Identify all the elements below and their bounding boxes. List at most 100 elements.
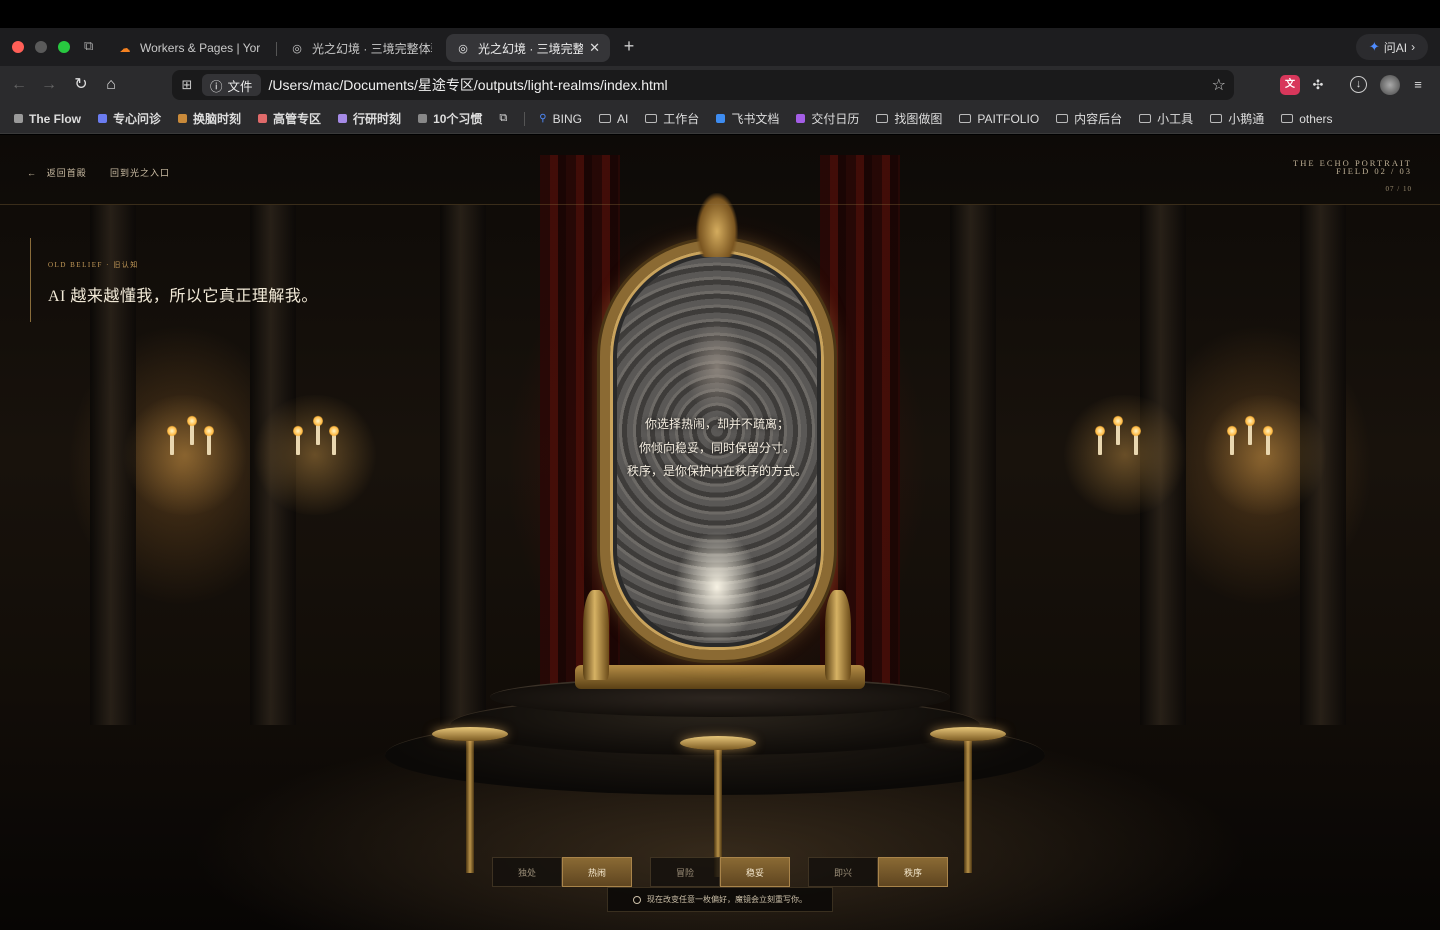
profile-avatar[interactable] — [1380, 75, 1400, 95]
bookmark-folder-paitfolio[interactable]: PAITFOLIO — [959, 112, 1039, 126]
extensions-puzzle-icon[interactable]: ✣ — [1308, 75, 1328, 95]
close-window-button[interactable] — [12, 41, 24, 53]
globe-icon: ◎ — [458, 42, 468, 55]
home-button[interactable]: ⌂ — [100, 74, 122, 96]
tab-light-realms-active[interactable]: ◎ 光之幻境 · 三境完整 ✕ — [446, 34, 610, 62]
brazier-center — [680, 736, 756, 750]
return-to-portal-link[interactable]: 回到光之入口 — [110, 166, 170, 179]
brazier-right — [930, 727, 1006, 741]
portrait-progress-count: 07 / 10 — [1385, 185, 1412, 193]
bookmark-label: 交付日历 — [811, 112, 860, 126]
brazier-stem — [466, 738, 474, 873]
back-button[interactable]: ← — [8, 74, 30, 96]
tab-bar: ⧉ ☁ Workers & Pages | Yor ◎ 光之幻境 · 三境完整体… — [0, 28, 1440, 66]
bookmark-the-flow[interactable]: The Flow — [14, 112, 81, 126]
candle — [1263, 425, 1273, 455]
bookmark-dot-icon — [338, 114, 348, 123]
choice-solitude[interactable]: 独处 — [492, 857, 562, 887]
bookmark-dot-icon — [418, 114, 428, 123]
folder-icon — [645, 114, 658, 123]
cloudflare-icon: ☁ — [119, 42, 131, 55]
bookmark-folder-others[interactable]: others — [1281, 111, 1333, 126]
back-to-hall-link[interactable]: ← 返回首殿 — [27, 166, 87, 179]
bookmark-label: others — [1299, 111, 1333, 126]
mirror-stand — [575, 665, 865, 689]
bookmark-folder-images[interactable]: 找图做图 — [876, 110, 942, 127]
globe-icon: ◎ — [292, 42, 302, 55]
candle-glow — [120, 395, 250, 515]
url-text[interactable]: /Users/mac/Documents/星途专区/outputs/light-… — [269, 75, 668, 95]
ask-ai-button[interactable]: ✦ 问AI › — [1356, 34, 1428, 60]
bookmark-label: BING — [552, 111, 582, 126]
minimize-window-button[interactable] — [35, 41, 47, 53]
bookmark-star-icon[interactable]: ☆ — [1212, 75, 1226, 95]
site-info-chip[interactable]: ⓘ 文件 — [202, 74, 261, 96]
bookmark-label: 找图做图 — [894, 112, 943, 126]
bookmark-folder-content[interactable]: 内容后台 — [1056, 110, 1122, 127]
folder-icon — [1210, 114, 1223, 123]
apps-grid-icon[interactable]: ⊞ — [172, 77, 202, 93]
candle — [329, 425, 339, 455]
reload-button[interactable]: ↻ — [70, 74, 92, 96]
tab-light-realms-full[interactable]: ◎ 光之幻境 · 三境完整体验 — [280, 34, 442, 62]
menu-icon[interactable]: ≡ — [1408, 75, 1428, 95]
tab-workers-pages[interactable]: ☁ Workers & Pages | Yor — [108, 34, 278, 62]
bookmark-separator — [524, 111, 526, 126]
bookmark-focus[interactable]: 专心问诊 — [98, 110, 161, 127]
bookmark-tab-group[interactable]: ⧉ — [499, 112, 507, 125]
bookmark-folder-tools[interactable]: 小工具 — [1139, 110, 1193, 127]
folder-icon — [1281, 114, 1294, 123]
preference-hint: 现在改变任意一枚偏好，魔镜会立刻重写你。 — [607, 887, 833, 912]
download-icon[interactable]: ↓ — [1350, 76, 1367, 93]
forward-button[interactable]: → — [38, 74, 60, 96]
mirror-finial-right — [825, 590, 851, 680]
address-bar[interactable]: ⊞ ⓘ 文件 /Users/mac/Documents/星途专区/outputs… — [172, 70, 1234, 100]
bookmark-exec[interactable]: 高管专区 — [258, 110, 321, 127]
bookmark-folder-xiaoe[interactable]: 小鹅通 — [1210, 110, 1264, 127]
new-tab-button[interactable]: + — [620, 36, 638, 58]
choice-order[interactable]: 秩序 — [878, 857, 948, 887]
candle-glow — [1200, 395, 1330, 515]
folder-icon — [959, 114, 972, 123]
ask-ai-label: 问AI — [1383, 40, 1408, 55]
mirror-line: 你倾向稳妥，同时保留分寸。 — [638, 440, 795, 455]
bookmark-dot-icon — [98, 114, 107, 123]
bookmark-label: 小工具 — [1157, 112, 1194, 126]
portrait-top-nav: ← 返回首殿 回到光之入口 THE ECHO PORTRAIT FIELD 02… — [0, 135, 1440, 205]
choice-improv[interactable]: 即兴 — [808, 857, 878, 887]
bookmark-label: 高管专区 — [273, 112, 322, 126]
tab-label: 光之幻境 · 三境完整 — [478, 41, 584, 56]
search-icon: ⚲ — [539, 113, 547, 124]
navigation-bar: ← → ↻ ⌂ ⊞ ⓘ 文件 /Users/mac/Documents/星途专区… — [0, 66, 1440, 104]
zoom-window-button[interactable] — [58, 41, 70, 53]
candle-glow — [250, 395, 380, 515]
candle — [1113, 415, 1123, 445]
bookmark-dot-icon — [258, 114, 268, 123]
bookmark-delivery-calendar[interactable]: 交付日历 — [796, 110, 859, 127]
tab-overview-icon[interactable]: ⧉ — [84, 39, 98, 53]
translate-extension-icon[interactable]: 文 — [1280, 75, 1300, 95]
bookmark-feishu-docs[interactable]: 飞书文档 — [716, 110, 779, 127]
brazier-left — [432, 727, 508, 741]
bookmark-brain[interactable]: 换脑时刻 — [178, 110, 241, 127]
info-icon: ⓘ — [210, 79, 223, 94]
tab-label: Workers & Pages | Yor — [140, 41, 261, 55]
bookmark-habits[interactable]: 10个习惯 — [418, 110, 482, 127]
choice-lively[interactable]: 热闹 — [562, 857, 632, 887]
bookmark-label: PAITFOLIO — [977, 111, 1040, 126]
old-belief-text: AI 越来越懂我，所以它真正理解我。 — [48, 288, 318, 305]
preference-toggle-solitude-lively: 独处 热闹 — [492, 857, 632, 887]
screen-top-bar — [0, 0, 1440, 28]
candle-glow — [1060, 395, 1190, 515]
candle — [313, 415, 323, 445]
mirror-finial-left — [583, 590, 609, 680]
choice-steady[interactable]: 稳妥 — [720, 857, 790, 887]
candle — [187, 415, 197, 445]
tab-label: 光之幻境 · 三境完整体验 — [312, 41, 432, 56]
bookmark-folder-ai[interactable]: AI — [598, 112, 628, 126]
bookmark-bing[interactable]: ⚲ BING — [539, 112, 582, 126]
choice-adventure[interactable]: 冒险 — [650, 857, 720, 887]
bookmark-folder-workbench[interactable]: 工作台 — [645, 110, 699, 127]
close-tab-icon[interactable]: ✕ — [583, 40, 600, 56]
bookmark-research[interactable]: 行研时刻 — [338, 110, 401, 127]
